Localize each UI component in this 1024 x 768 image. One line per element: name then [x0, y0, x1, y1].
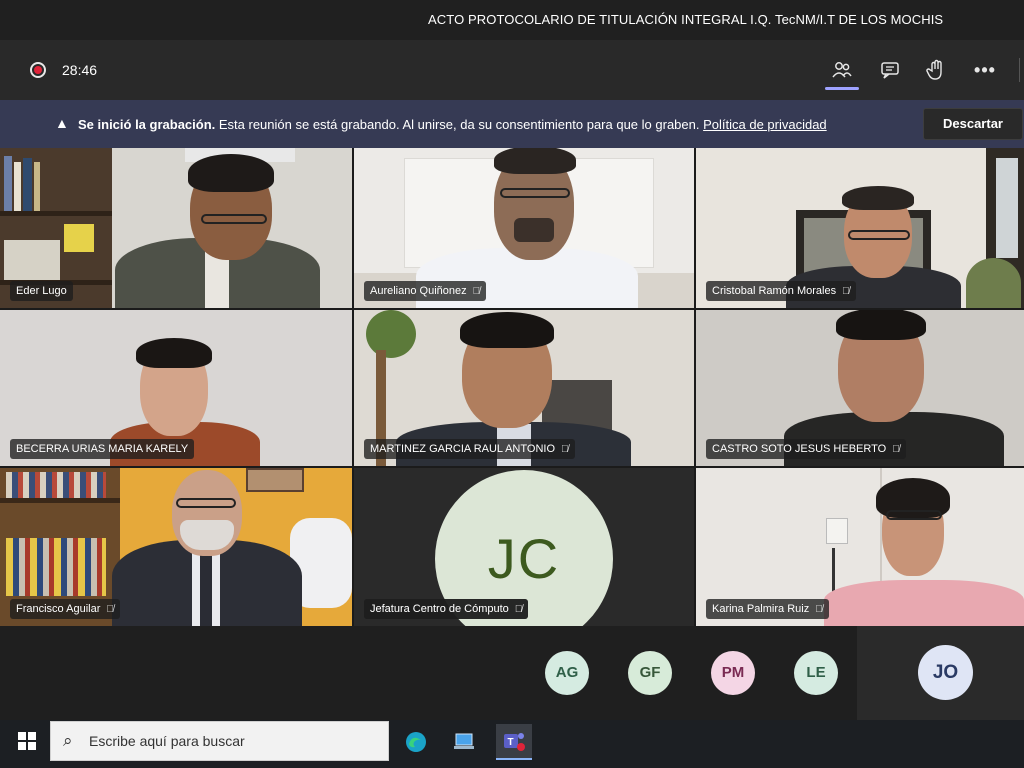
video-tile[interactable]: Karina Palmira Ruiz 🎙̸ — [696, 468, 1024, 626]
participant-name-text: Karina Palmira Ruiz — [712, 603, 810, 615]
search-placeholder: Escribe aquí para buscar — [89, 733, 245, 749]
avatar[interactable]: LE — [794, 651, 838, 695]
chat-icon[interactable] — [876, 56, 904, 84]
taskbar-search[interactable]: ⌕ Escribe aquí para buscar — [50, 721, 389, 761]
privacy-link[interactable]: Política de privacidad — [703, 117, 827, 132]
video-tile[interactable]: MARTINEZ GARCIA RAUL ANTONIO 🎙̸ — [354, 310, 694, 466]
avatar[interactable]: AG — [545, 651, 589, 695]
participant-name-text: Aureliano Quiñonez — [370, 285, 467, 297]
participant-name: Karina Palmira Ruiz 🎙̸ — [706, 599, 829, 619]
mic-off-icon: 🎙̸ — [472, 286, 481, 297]
video-tile[interactable]: Aureliano Quiñonez 🎙̸ — [354, 148, 694, 308]
participant-name: Jefatura Centro de Cómputo 🎙̸ — [364, 599, 529, 619]
video-tile[interactable]: BECERRA URIAS MARIA KARELY — [0, 310, 352, 466]
participant-name-text: Cristobal Ramón Morales — [712, 285, 837, 297]
avatar[interactable]: GF — [628, 651, 672, 695]
participant-name: MARTINEZ GARCIA RAUL ANTONIO 🎙̸ — [364, 439, 575, 459]
window-titlebar: ACTO PROTOCOLARIO DE TITULACIÓN INTEGRAL… — [0, 0, 1024, 40]
participant-name-text: CASTRO SOTO JESUS HEBERTO — [712, 443, 887, 455]
warning-icon: ▲ — [55, 115, 69, 131]
recording-icon — [30, 62, 46, 78]
self-avatar: JO — [918, 645, 973, 700]
mic-off-icon: 🎙̸ — [842, 286, 850, 297]
participant-name: BECERRA URIAS MARIA KARELY — [10, 439, 195, 459]
banner-text: Esta reunión se está grabando. Al unirse… — [215, 117, 704, 132]
participant-name-text: MARTINEZ GARCIA RAUL ANTONIO — [370, 443, 555, 455]
video-tile[interactable]: CASTRO SOTO JESUS HEBERTO 🎙̸ — [696, 310, 1024, 466]
meeting-title: ACTO PROTOCOLARIO DE TITULACIÓN INTEGRAL… — [428, 12, 944, 27]
mic-off-icon: 🎙̸ — [514, 604, 523, 615]
banner-bold: Se inició la grabación. — [78, 117, 216, 132]
search-icon: ⌕ — [63, 731, 73, 750]
mic-off-icon: 🎙̸ — [892, 444, 900, 455]
participant-name-text: Francisco Aguilar — [16, 603, 101, 615]
mic-off-icon: 🎙̸ — [106, 604, 114, 615]
mic-off-icon: 🎙̸ — [815, 604, 823, 615]
teams-icon[interactable]: T — [496, 724, 532, 760]
edge-icon[interactable] — [398, 724, 434, 760]
svg-text:T: T — [508, 737, 514, 748]
more-options-icon[interactable]: ••• — [971, 56, 999, 84]
raise-hand-icon[interactable] — [922, 56, 950, 84]
network-computer-icon[interactable] — [446, 724, 482, 760]
avatar[interactable]: PM — [711, 651, 755, 695]
windows-start-icon[interactable] — [18, 732, 36, 750]
participant-name: Francisco Aguilar 🎙̸ — [10, 599, 120, 619]
video-tile[interactable]: Eder Lugo — [0, 148, 352, 308]
recording-banner: ▲ Se inició la grabación. Esta reunión s… — [0, 100, 1024, 148]
participant-name: Aureliano Quiñonez 🎙̸ — [364, 281, 487, 301]
meeting-toolbar — [0, 40, 1024, 100]
dismiss-button[interactable]: Descartar — [923, 108, 1023, 140]
participant-name: Eder Lugo — [10, 281, 73, 301]
participant-name: Cristobal Ramón Morales 🎙̸ — [706, 281, 856, 301]
participants-icon[interactable] — [825, 56, 859, 90]
participant-name-text: Jefatura Centro de Cómputo — [370, 603, 509, 615]
banner-message: Se inició la grabación. Esta reunión se … — [78, 117, 827, 132]
video-tile[interactable]: Francisco Aguilar 🎙̸ — [0, 468, 352, 626]
meeting-timer: 28:46 — [62, 62, 98, 78]
participant-name: CASTRO SOTO JESUS HEBERTO 🎙̸ — [706, 439, 906, 459]
mic-off-icon: 🎙̸ — [561, 444, 569, 455]
video-tile[interactable]: Cristobal Ramón Morales 🎙̸ — [696, 148, 1024, 308]
toolbar-divider — [1019, 58, 1020, 82]
